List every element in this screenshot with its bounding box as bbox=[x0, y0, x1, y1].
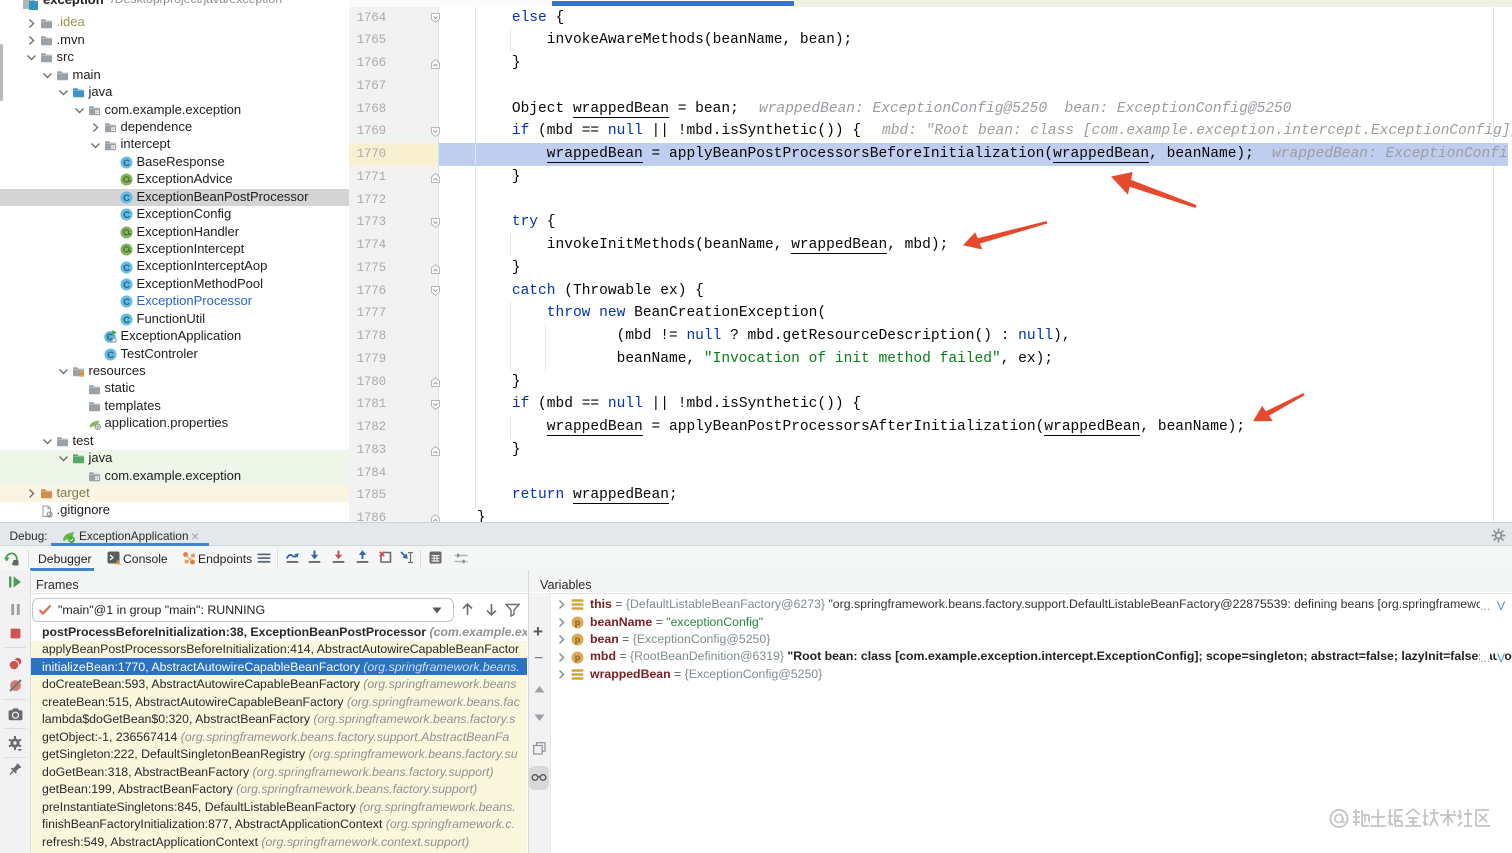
svg-text:C: C bbox=[123, 280, 130, 290]
svg-text:C: C bbox=[123, 193, 130, 203]
svg-text:C: C bbox=[123, 262, 130, 272]
svg-text:p: p bbox=[575, 652, 581, 662]
svg-text:p: p bbox=[575, 617, 581, 627]
svg-text:C: C bbox=[107, 349, 114, 359]
svg-text:C: C bbox=[123, 210, 130, 220]
svg-text:p: p bbox=[575, 635, 581, 645]
svg-text:C: C bbox=[123, 158, 130, 168]
svg-text:C: C bbox=[123, 297, 130, 307]
svg-text:C: C bbox=[123, 315, 130, 325]
